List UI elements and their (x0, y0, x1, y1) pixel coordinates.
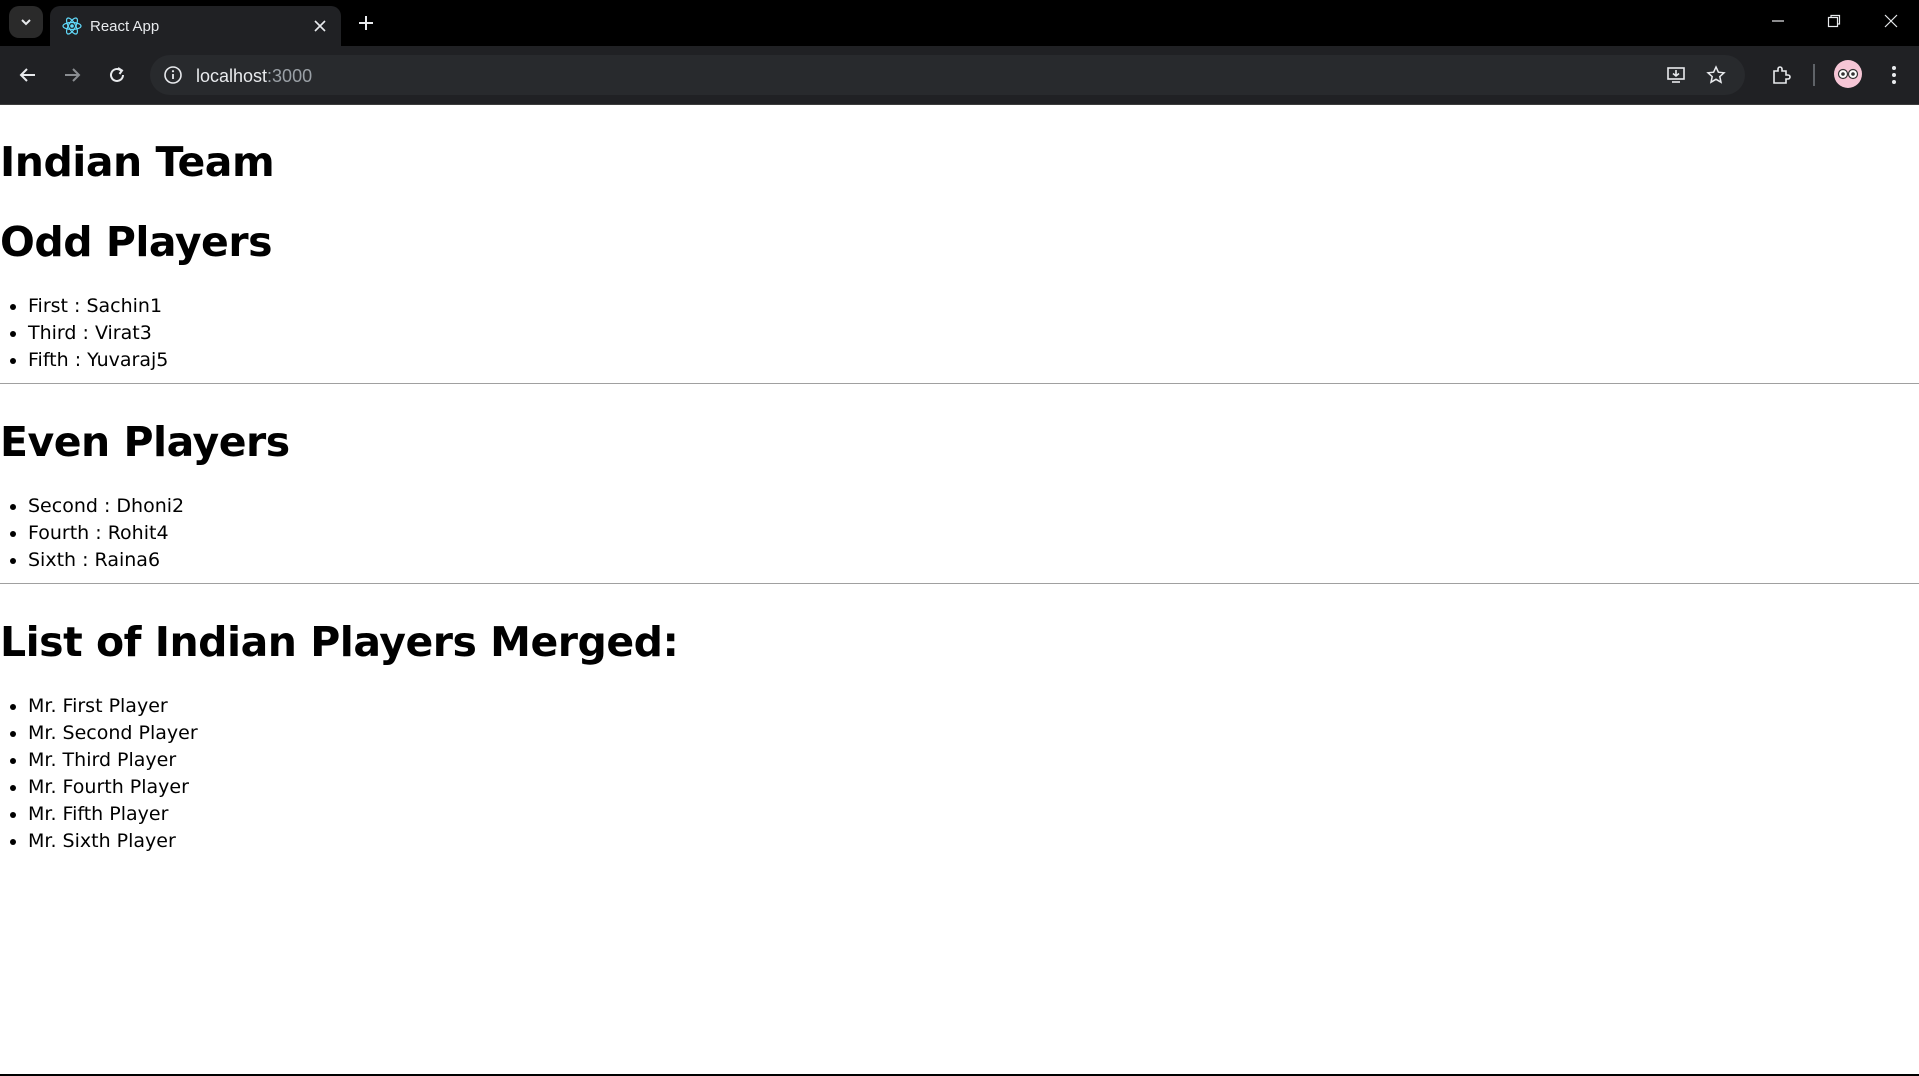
avatar-icon (1837, 68, 1859, 80)
bookmark-button[interactable] (1700, 59, 1732, 91)
profile-button[interactable] (1834, 60, 1862, 88)
reload-icon (110, 67, 124, 82)
url-port: :3000 (267, 66, 313, 86)
page-content: Indian Team Odd Players First : Sachin1 … (0, 105, 1919, 1076)
browser-toolbar: localhost:3000 (0, 46, 1919, 105)
reload-button[interactable] (101, 59, 133, 91)
odd-players-list: First : Sachin1 Third : Virat3 Fifth : Y… (0, 293, 168, 374)
minimize-button[interactable] (1758, 6, 1798, 36)
page-title: Indian Team (0, 138, 275, 186)
install-app-button[interactable] (1660, 59, 1692, 91)
merged-players-heading: List of Indian Players Merged: (0, 618, 679, 666)
browser-menu-button[interactable] (1878, 59, 1910, 91)
kebab-menu-icon (1892, 66, 1896, 84)
list-item: Sixth : Raina6 (28, 547, 184, 574)
close-window-button[interactable] (1871, 6, 1911, 36)
react-logo-icon (62, 17, 82, 35)
list-item: Third : Virat3 (28, 320, 168, 347)
puzzle-icon (1773, 66, 1791, 84)
restore-button[interactable] (1814, 6, 1854, 36)
list-item: First : Sachin1 (28, 293, 168, 320)
browser-tab[interactable]: React App (50, 6, 341, 46)
info-icon[interactable] (162, 64, 184, 86)
star-icon (1706, 65, 1726, 84)
toolbar-divider (1813, 64, 1815, 86)
back-button[interactable] (12, 59, 44, 91)
section-divider (0, 383, 1919, 384)
list-item: Fourth : Rohit4 (28, 520, 184, 547)
close-icon (1884, 14, 1898, 28)
tab-title: React App (90, 18, 160, 35)
section-divider (0, 583, 1919, 584)
list-item: Mr. First Player (28, 693, 198, 720)
chevron-down-icon (21, 19, 31, 26)
list-item: Mr. Fifth Player (28, 801, 198, 828)
minimize-icon (1772, 20, 1784, 22)
close-icon (314, 20, 326, 32)
new-tab-button[interactable] (353, 10, 379, 36)
merged-players-list: Mr. First Player Mr. Second Player Mr. T… (0, 693, 198, 855)
restore-icon (1827, 14, 1841, 28)
list-item: Mr. Third Player (28, 747, 198, 774)
list-item: Second : Dhoni2 (28, 493, 184, 520)
close-tab-button[interactable] (309, 15, 331, 37)
plus-icon (359, 16, 373, 30)
even-players-list: Second : Dhoni2 Fourth : Rohit4 Sixth : … (0, 493, 184, 574)
list-item: Mr. Fourth Player (28, 774, 198, 801)
url-host: localhost (196, 66, 268, 86)
forward-button[interactable] (56, 59, 88, 91)
address-bar[interactable]: localhost:3000 (150, 55, 1745, 95)
list-item: Mr. Sixth Player (28, 828, 198, 855)
odd-players-heading: Odd Players (0, 218, 273, 266)
tab-search-button[interactable] (9, 6, 43, 38)
list-item: Fifth : Yuvaraj5 (28, 347, 168, 374)
install-app-icon (1667, 67, 1685, 83)
arrow-left-icon (19, 68, 35, 82)
arrow-right-icon (65, 68, 81, 82)
url-text[interactable]: localhost:3000 (196, 66, 312, 87)
even-players-heading: Even Players (0, 418, 290, 466)
tab-strip: React App (0, 0, 1919, 46)
list-item: Mr. Second Player (28, 720, 198, 747)
extensions-button[interactable] (1765, 59, 1797, 91)
